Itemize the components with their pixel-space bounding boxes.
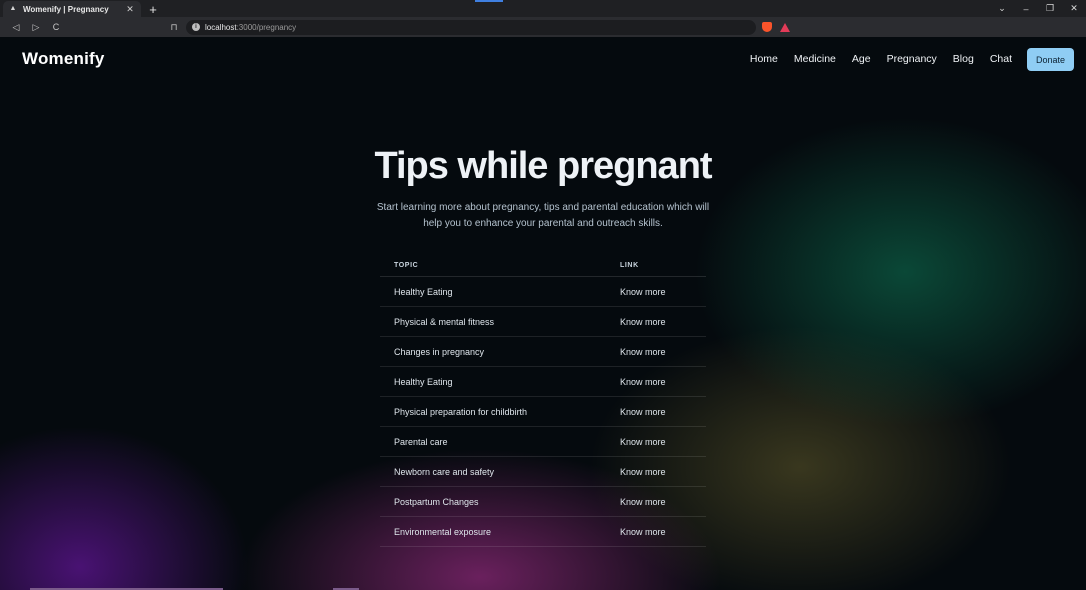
site-brand-logo[interactable]: Womenify — [22, 49, 105, 69]
address-bar[interactable]: i localhost :3000/pregnancy — [186, 19, 756, 35]
topic-cell: Postpartum Changes — [394, 496, 479, 507]
page-subtitle: Start learning more about pregnancy, tip… — [376, 202, 710, 229]
browser-tab-bar: ▲ Womenify | Pregnancy ✕ + ⌄ – ❐ ✕ — [0, 0, 1086, 17]
know-more-link[interactable]: Know more — [620, 407, 706, 417]
brave-icons — [762, 22, 790, 32]
nav-link-pregnancy[interactable]: Pregnancy — [887, 53, 937, 65]
nav-link-age[interactable]: Age — [852, 53, 871, 65]
back-button[interactable]: ◁ — [6, 22, 26, 33]
url-path: :3000/pregnancy — [236, 22, 297, 32]
topic-cell: Changes in pregnancy — [394, 346, 485, 357]
nav-link-medicine[interactable]: Medicine — [794, 53, 836, 65]
table-row: Environmental exposure Know more — [380, 517, 706, 547]
table-row: Newborn care and safety Know more — [380, 457, 706, 487]
know-more-link[interactable]: Know more — [620, 437, 706, 447]
topic-cell: Physical & mental fitness — [394, 316, 495, 327]
table-row: Physical preparation for childbirth Know… — [380, 397, 706, 427]
know-more-link[interactable]: Know more — [620, 317, 706, 327]
donate-button[interactable]: Donate — [1027, 48, 1074, 71]
know-more-link[interactable]: Know more — [620, 497, 706, 507]
topics-table: TOPIC LINK Healthy Eating Know more Phys… — [380, 255, 706, 547]
nav-links: Home Medicine Age Pregnancy Blog Chat — [750, 53, 1012, 65]
tab-favicon-icon: ▲ — [9, 5, 17, 12]
table-row: Postpartum Changes Know more — [380, 487, 706, 517]
topic-cell: Environmental exposure — [394, 526, 492, 537]
window-close-button[interactable]: ✕ — [1062, 3, 1086, 14]
browser-toolbar: ◁ ▷ C ⊓ i localhost :3000/pregnancy — [0, 17, 1086, 46]
know-more-link[interactable]: Know more — [620, 377, 706, 387]
tab-search-chevron-icon[interactable]: ⌄ — [990, 3, 1014, 14]
nav-link-home[interactable]: Home — [750, 53, 778, 65]
brave-shield-icon[interactable] — [762, 22, 772, 32]
table-row: Healthy Eating Know more — [380, 277, 706, 307]
nav-link-chat[interactable]: Chat — [990, 53, 1012, 65]
new-tab-button[interactable]: + — [145, 3, 161, 17]
topic-cell: Healthy Eating — [394, 376, 453, 387]
nav-link-blog[interactable]: Blog — [953, 53, 974, 65]
know-more-link[interactable]: Know more — [620, 527, 706, 537]
topic-cell: Healthy Eating — [394, 286, 453, 297]
table-header: TOPIC LINK — [380, 255, 706, 277]
topic-cell: Parental care — [394, 436, 448, 447]
page-title: Tips while pregnant — [374, 145, 712, 187]
know-more-link[interactable]: Know more — [620, 347, 706, 357]
table-row: Physical & mental fitness Know more — [380, 307, 706, 337]
url-host: localhost — [205, 22, 237, 32]
tab-close-icon[interactable]: ✕ — [125, 4, 135, 14]
window-controls: ⌄ – ❐ ✕ — [990, 0, 1086, 17]
site-info-icon[interactable]: i — [192, 23, 200, 31]
column-header-topic: TOPIC — [394, 262, 419, 269]
reload-button[interactable]: C — [46, 22, 66, 32]
restore-button[interactable]: ❐ — [1038, 3, 1062, 14]
forward-button[interactable]: ▷ — [26, 22, 46, 33]
tab-strip-indicator — [475, 0, 503, 2]
table-row: Healthy Eating Know more — [380, 367, 706, 397]
table-row: Changes in pregnancy Know more — [380, 337, 706, 367]
brave-rewards-icon[interactable] — [780, 22, 790, 32]
know-more-link[interactable]: Know more — [620, 467, 706, 477]
site-navbar: Womenify Home Medicine Age Pregnancy Blo… — [0, 37, 1086, 83]
topic-cell: Newborn care and safety — [394, 466, 495, 477]
minimize-button[interactable]: – — [1014, 4, 1038, 14]
table-row: Parental care Know more — [380, 427, 706, 457]
page-content: Womenify Home Medicine Age Pregnancy Blo… — [0, 37, 1086, 590]
know-more-link[interactable]: Know more — [620, 287, 706, 297]
tab-title: Womenify | Pregnancy — [23, 4, 109, 14]
browser-tab[interactable]: ▲ Womenify | Pregnancy ✕ — [3, 1, 141, 17]
topic-cell: Physical preparation for childbirth — [394, 406, 528, 417]
bookmark-icon[interactable]: ⊓ — [166, 22, 182, 33]
column-header-link: LINK — [620, 262, 639, 269]
